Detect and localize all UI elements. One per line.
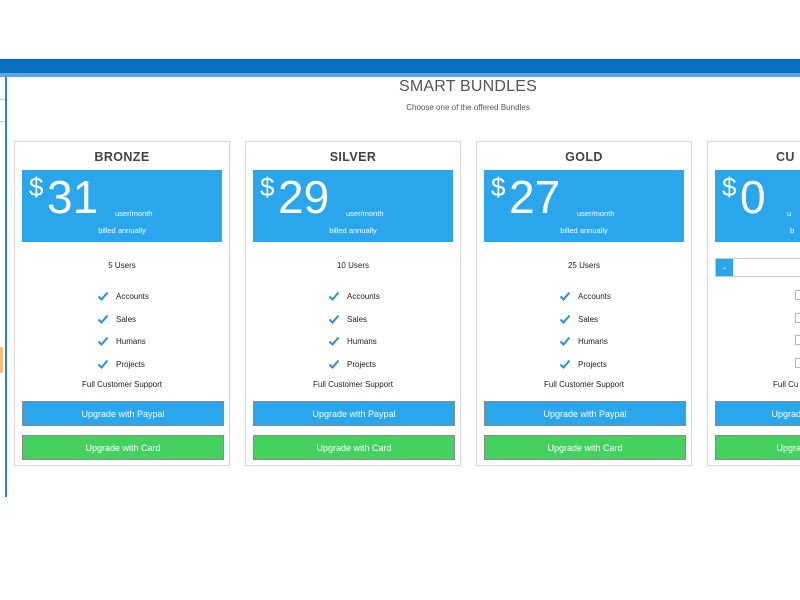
plan-title: CU xyxy=(776,150,795,164)
page-title: SMART BUNDLES xyxy=(398,78,538,95)
check-icon xyxy=(559,291,571,301)
upgrade-card-button[interactable]: Upgrade with Card xyxy=(484,435,686,460)
plan-card-silver: SILVER $ 29 user/month billed annually 1… xyxy=(245,141,461,466)
price-box: $ 29 user/month billed annually xyxy=(253,170,453,242)
feature-item: Projects xyxy=(97,358,145,370)
pricing-page: { "page": { "heading": "SMART BUNDLES", … xyxy=(0,0,800,600)
upgrade-card-button[interactable]: Upgra xyxy=(715,435,800,460)
plan-title: GOLD xyxy=(565,150,603,164)
billing-period: billed annually xyxy=(98,226,146,235)
check-icon xyxy=(328,359,340,369)
user-count: 10 Users xyxy=(336,261,369,270)
feature-label: Humans xyxy=(116,336,146,346)
user-count: 5 Users xyxy=(108,261,136,270)
price-box: $ 31 user/month billed annually xyxy=(22,170,222,242)
sidebar-divider xyxy=(0,99,5,100)
feature-label: Sales xyxy=(347,314,368,324)
check-icon xyxy=(97,291,109,301)
top-bar xyxy=(0,59,800,73)
top-bar-shadow xyxy=(0,73,800,77)
feature-item: Sales xyxy=(559,313,598,325)
feature-item: Humans xyxy=(328,335,377,347)
price-unit: user/month xyxy=(577,209,615,218)
currency-symbol: $ xyxy=(260,172,275,202)
decrement-button[interactable]: - xyxy=(716,259,733,276)
price-amount: 29 xyxy=(278,171,330,223)
feature-label: Humans xyxy=(347,336,377,346)
price-box: $ 0 u b xyxy=(715,170,800,242)
feature-checkbox[interactable] xyxy=(795,290,800,300)
feature-label: Projects xyxy=(116,359,145,369)
feature-label: Projects xyxy=(578,359,607,369)
plan-title: BRONZE xyxy=(94,150,150,164)
plan-card-custom: CU $ 0 u b - Full Cu Upgrad Upgra xyxy=(707,141,800,466)
feature-label: Accounts xyxy=(347,291,380,301)
feature-label: Accounts xyxy=(578,291,611,301)
support-label: Full Customer Support xyxy=(543,380,625,389)
currency-symbol: $ xyxy=(722,172,737,202)
check-icon xyxy=(97,314,109,324)
price-amount: 0 xyxy=(740,171,766,223)
feature-item: Projects xyxy=(328,358,376,370)
plan-title: SILVER xyxy=(329,150,377,164)
price-box: $ 27 user/month billed annually xyxy=(484,170,684,242)
currency-symbol: $ xyxy=(29,172,44,202)
check-icon xyxy=(559,359,571,369)
feature-label: Sales xyxy=(116,314,137,324)
upgrade-paypal-button[interactable]: Upgrade with Paypal xyxy=(253,401,455,426)
feature-item: Humans xyxy=(559,335,608,347)
sidebar-divider xyxy=(0,121,5,122)
feature-label: Accounts xyxy=(116,291,149,301)
support-label: Full Customer Support xyxy=(81,380,163,389)
billing-period: billed annually xyxy=(329,226,377,235)
price-amount: 31 xyxy=(47,171,99,223)
feature-item: Projects xyxy=(559,358,607,370)
billing-period: b xyxy=(790,226,795,235)
upgrade-paypal-button[interactable]: Upgrade with Paypal xyxy=(484,401,686,426)
upgrade-card-button[interactable]: Upgrade with Card xyxy=(22,435,224,460)
upgrade-paypal-button[interactable]: Upgrad xyxy=(715,401,800,426)
upgrade-card-button[interactable]: Upgrade with Card xyxy=(253,435,455,460)
check-icon xyxy=(559,336,571,346)
currency-symbol: $ xyxy=(491,172,506,202)
check-icon xyxy=(559,314,571,324)
support-label: Full Cu xyxy=(773,380,799,389)
feature-item: Sales xyxy=(328,313,367,325)
check-icon xyxy=(328,291,340,301)
price-unit: user/month xyxy=(115,209,153,218)
feature-item: Accounts xyxy=(97,290,149,302)
support-label: Full Customer Support xyxy=(312,380,394,389)
feature-checkbox[interactable] xyxy=(795,335,800,345)
left-sidebar-edge xyxy=(0,77,7,497)
user-quantity-stepper[interactable]: - xyxy=(715,258,800,277)
price-amount: 27 xyxy=(509,171,561,223)
check-icon xyxy=(328,314,340,324)
page-subtitle: Choose one of the offered Bundles xyxy=(406,103,530,112)
plan-card-gold: GOLD $ 27 user/month billed annually 25 … xyxy=(476,141,692,466)
feature-label: Sales xyxy=(578,314,599,324)
feature-label: Projects xyxy=(347,359,376,369)
sidebar-highlight xyxy=(0,347,3,373)
feature-item: Humans xyxy=(97,335,146,347)
plan-card-bronze: BRONZE $ 31 user/month billed annually 5… xyxy=(14,141,230,466)
feature-checkbox[interactable] xyxy=(795,313,800,323)
check-icon xyxy=(328,336,340,346)
check-icon xyxy=(97,359,109,369)
price-unit: u xyxy=(787,209,792,218)
user-count: 25 Users xyxy=(567,261,600,270)
feature-item: Accounts xyxy=(559,290,611,302)
feature-label: Humans xyxy=(578,336,608,346)
feature-item: Sales xyxy=(97,313,136,325)
billing-period: billed annually xyxy=(560,226,608,235)
feature-item: Accounts xyxy=(328,290,380,302)
price-unit: user/month xyxy=(346,209,384,218)
check-icon xyxy=(97,336,109,346)
upgrade-paypal-button[interactable]: Upgrade with Paypal xyxy=(22,401,224,426)
feature-checkbox[interactable] xyxy=(795,358,800,368)
